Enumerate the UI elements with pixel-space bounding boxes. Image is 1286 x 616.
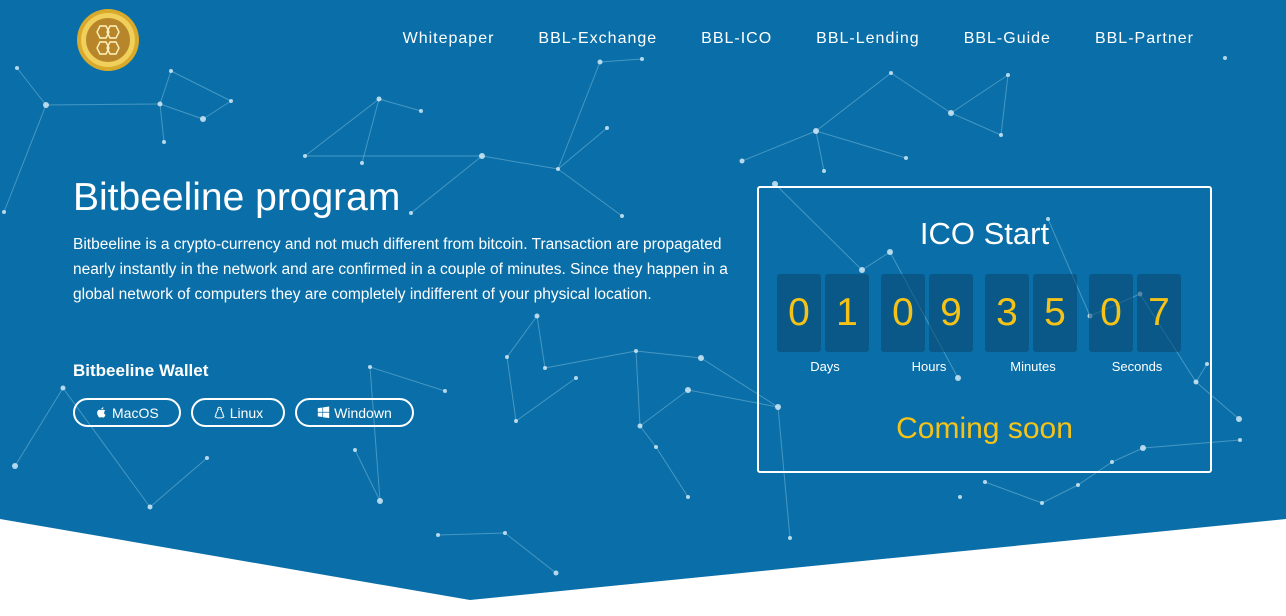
minutes-label: Minutes [1010, 359, 1056, 374]
ico-title: ICO Start [919, 216, 1050, 251]
bitbeeline-logo[interactable] [76, 8, 140, 72]
hours-digit-1: 0 [881, 274, 925, 352]
nav-bbl-guide[interactable]: BBL-Guide [964, 30, 1051, 48]
hero-section: Whitepaper BBL-Exchange BBL-ICO BBL-Lend… [0, 0, 1286, 600]
coming-soon-status: Coming soon [896, 412, 1073, 445]
seconds-label: Seconds [1111, 359, 1163, 374]
windows-icon [317, 406, 330, 419]
apple-icon [97, 407, 106, 418]
main-nav: Whitepaper BBL-Exchange BBL-ICO BBL-Lend… [403, 30, 1194, 48]
seconds-digit-1: 0 [1089, 274, 1133, 352]
ico-countdown-card: ICO Start 0 1 0 9 3 5 0 7 Days Hours Min… [757, 186, 1212, 473]
hours-label: Hours [911, 359, 947, 374]
windows-label: Windown [334, 404, 392, 421]
nav-bbl-partner[interactable]: BBL-Partner [1095, 30, 1194, 48]
hero-description: Bitbeeline is a crypto-currency and not … [73, 236, 728, 303]
wallet-buttons: MacOS Linux Windown [73, 398, 414, 427]
nav-bbl-ico[interactable]: BBL-ICO [701, 30, 772, 48]
nav-bbl-lending[interactable]: BBL-Lending [816, 30, 920, 48]
nav-bbl-exchange[interactable]: BBL-Exchange [538, 30, 657, 48]
linux-icon [214, 406, 225, 419]
seconds-digit-2: 7 [1137, 274, 1181, 352]
linux-label: Linux [229, 404, 264, 421]
macos-label: MacOS [112, 404, 159, 421]
hours-digit-2: 9 [929, 274, 973, 352]
linux-button[interactable]: Linux [190, 398, 286, 427]
windows-button[interactable]: Windown [295, 398, 414, 427]
minutes-digit-1: 3 [985, 274, 1029, 352]
days-label: Days [810, 359, 840, 374]
days-digit-2: 1 [825, 274, 869, 352]
minutes-digit-2: 5 [1033, 274, 1077, 352]
days-digit-1: 0 [777, 274, 821, 352]
nav-whitepaper[interactable]: Whitepaper [403, 30, 495, 48]
wallet-title: Bitbeeline Wallet [73, 361, 209, 380]
page-title: Bitbeeline program [73, 176, 401, 219]
macos-button[interactable]: MacOS [73, 398, 181, 427]
